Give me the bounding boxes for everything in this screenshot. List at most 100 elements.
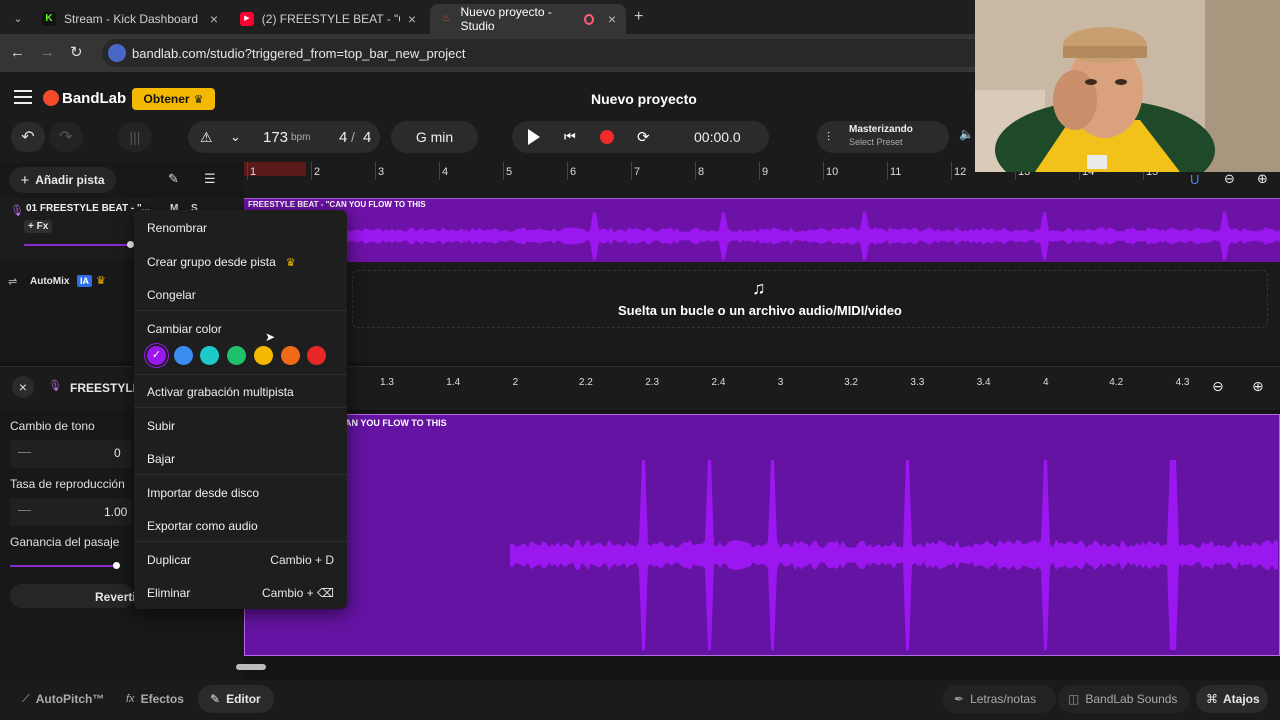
get-membership-button[interactable]: Obtener ♛ — [132, 88, 215, 110]
chevron-down-icon[interactable]: ⌄ — [230, 129, 241, 145]
zoom-out-icon[interactable]: ⊖ — [1224, 171, 1235, 187]
menu-item-freeze[interactable]: Congelar — [147, 288, 196, 302]
volume-slider-track[interactable] — [24, 244, 132, 246]
rate-stepper[interactable]: — 1.00 — [10, 498, 132, 526]
close-tab-icon[interactable]: × — [408, 11, 416, 27]
menu-item-duplicate[interactable]: Duplicar — [147, 553, 191, 567]
browser-tab-kick[interactable]: K Stream - Kick Dashboard × — [32, 4, 228, 34]
close-tab-icon[interactable]: × — [210, 11, 218, 27]
autopitch-button[interactable]: ⟋ AutoPitch™ — [12, 686, 112, 712]
redo-icon[interactable]: ↷ — [49, 122, 83, 152]
editor-ruler-number: 1.4 — [446, 377, 461, 388]
ruler-tick — [631, 162, 632, 180]
automation-icon[interactable]: ✎ — [168, 171, 179, 187]
decrement-icon[interactable]: — — [18, 444, 31, 459]
editor-button[interactable]: ✎ Editor — [198, 685, 274, 713]
menu-item-multitrack[interactable]: Activar grabación multipista — [147, 385, 294, 399]
site-info-icon[interactable] — [108, 44, 126, 62]
volume-slider-knob[interactable] — [127, 241, 134, 248]
menu-item-change-color: Cambiar color — [147, 322, 222, 336]
reload-icon[interactable]: ↻ — [70, 43, 83, 61]
menu-item-rename[interactable]: Renombrar — [147, 221, 207, 235]
zoom-in-icon[interactable]: ⊕ — [1257, 171, 1268, 187]
menu-item-move-up[interactable]: Subir — [147, 419, 175, 433]
revert-button[interactable]: Reverti — [10, 584, 136, 608]
fx-icon: fx — [126, 693, 135, 705]
color-swatch[interactable] — [253, 346, 273, 365]
mastering-button[interactable]: ⫶ Masterizando Select Preset — [817, 121, 949, 153]
project-title[interactable]: Nuevo proyecto — [591, 91, 697, 107]
ruler-bar-number: 6 — [570, 166, 577, 178]
undo-icon[interactable]: ↶ — [11, 122, 45, 152]
color-swatch[interactable] — [200, 346, 220, 365]
gain-slider-track[interactable] — [10, 565, 118, 567]
menu-item-delete[interactable]: Eliminar — [147, 586, 190, 600]
close-editor-icon[interactable]: × — [12, 376, 34, 398]
lyrics-button[interactable]: ✒ Letras/notas — [942, 685, 1056, 713]
rate-label: Tasa de reproducción — [10, 477, 125, 491]
menu-item-import[interactable]: Importar desde disco — [147, 486, 259, 500]
editor-zoom-in-icon[interactable]: ⊕ — [1252, 378, 1264, 395]
track-audio-clip[interactable]: FREESTYLE BEAT - "CAN YOU FLOW TO THIS — [244, 198, 1280, 262]
transport-controls: ⏮ ⟳ 00:00.0 — [512, 121, 769, 153]
editor-zoom-out-icon[interactable]: ⊖ — [1212, 378, 1224, 395]
editor-audio-clip[interactable]: AN YOU FLOW TO THIS — [244, 414, 1280, 656]
mixer-icon[interactable]: ||| — [118, 122, 152, 152]
automix-row[interactable]: ⇌ AutoMix IA ♛ — [0, 272, 134, 294]
color-swatch[interactable]: ✓ — [147, 346, 166, 365]
color-swatch[interactable] — [227, 346, 247, 365]
time-sig-num[interactable]: 4 — [339, 129, 347, 146]
effects-button[interactable]: fx Efectos — [118, 686, 192, 712]
ruler-tick — [759, 162, 760, 180]
menu-item-export[interactable]: Exportar como audio — [147, 519, 258, 533]
brand-name[interactable]: BandLab — [62, 90, 126, 107]
tempo-value[interactable]: 173 — [263, 129, 288, 146]
editor-ruler-number: 3.2 — [844, 377, 858, 388]
up-label: Subir — [147, 419, 176, 433]
editor-scroll-handle[interactable] — [236, 664, 266, 670]
fx-button[interactable]: + Fx — [24, 220, 53, 233]
color-swatch[interactable] — [280, 346, 300, 365]
duplicate-shortcut: Cambio + D — [270, 553, 334, 567]
bandlab-sounds-button[interactable]: ◫ BandLab Sounds — [1058, 685, 1190, 713]
key-selector[interactable]: G min — [391, 121, 478, 153]
close-tab-icon[interactable]: × — [608, 11, 616, 27]
browser-tab-youtube[interactable]: ▶ (2) FREESTYLE BEAT - "CAN YO × — [230, 4, 426, 34]
forward-arrow-icon[interactable]: → — [40, 44, 55, 61]
magnet-snap-icon[interactable]: U — [1190, 172, 1199, 187]
loop-icon[interactable]: ⟳ — [637, 128, 650, 146]
ruler-bar-number: 12 — [954, 166, 967, 178]
track-layout-icon[interactable]: ☰ — [204, 171, 216, 187]
webcam-overlay — [975, 0, 1280, 172]
add-track-button[interactable]: + Añadir pista — [9, 167, 116, 193]
tempo-settings[interactable]: ⚠ ⌄ 173 bpm 4 / 4 — [188, 121, 380, 153]
editor-ruler-number: 2.3 — [645, 377, 660, 388]
volume-icon[interactable]: 🔈 — [959, 127, 974, 141]
menu-item-move-down[interactable]: Bajar — [147, 452, 175, 466]
waveform-shape — [344, 212, 1280, 260]
rate-value[interactable]: 1.00 — [104, 505, 127, 519]
hamburger-menu-icon[interactable] — [14, 90, 32, 104]
time-sig-den[interactable]: 4 — [363, 129, 371, 146]
tab-search-icon[interactable]: ⌄ — [8, 8, 28, 28]
decrement-icon[interactable]: — — [18, 502, 31, 517]
color-swatch[interactable] — [307, 346, 327, 365]
gain-slider-knob[interactable] — [113, 562, 120, 569]
menu-item-create-group[interactable]: Crear grupo desde pista ♛ — [147, 255, 296, 269]
track-name[interactable]: 01 FREESTYLE BEAT - "... — [26, 203, 150, 214]
record-icon[interactable] — [600, 130, 614, 144]
rename-label: Renombrar — [147, 221, 208, 235]
browser-tab-bandlab[interactable]: ♨ Nuevo proyecto - Studio × — [430, 4, 626, 34]
color-swatch[interactable] — [173, 346, 193, 365]
back-arrow-icon[interactable]: ← — [10, 44, 25, 61]
new-tab-button[interactable]: + — [634, 8, 643, 26]
play-icon[interactable] — [528, 129, 540, 145]
pitch-stepper[interactable]: — 0 — [10, 440, 132, 468]
shortcuts-button[interactable]: ⌘ Atajos — [1196, 685, 1268, 713]
change-color-label: Cambiar color — [147, 322, 222, 336]
pitch-value[interactable]: 0 — [114, 446, 121, 460]
metronome-icon[interactable]: ⚠ — [200, 129, 213, 146]
editor-ruler-number: 2.2 — [578, 377, 593, 388]
skip-to-start-icon[interactable]: ⏮ — [564, 129, 576, 145]
mastering-sliders-icon: ⫶ — [827, 129, 831, 144]
